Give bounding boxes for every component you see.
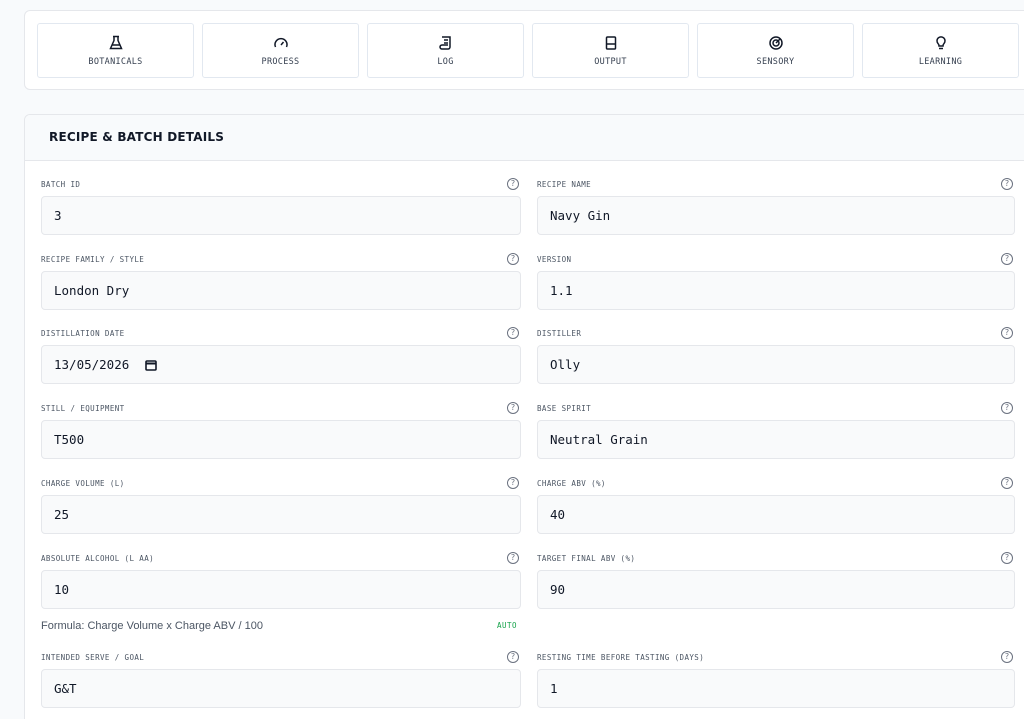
tab-log[interactable]: LOG <box>367 23 524 78</box>
base-spirit-input[interactable]: Neutral Grain <box>537 420 1015 459</box>
section-header: RECIPE & BATCH DETAILS <box>25 115 1024 161</box>
recipe-batch-form: RECIPE & BATCH DETAILS BATCH ID ? 3 RECI… <box>24 114 1024 719</box>
base-spirit-label: BASE SPIRIT <box>537 404 592 413</box>
auto-badge: AUTO <box>497 621 518 630</box>
container-icon <box>605 35 616 50</box>
recipe-family-label: RECIPE FAMILY / STYLE <box>41 255 145 264</box>
charge-volume-label: CHARGE VOLUME (L) <box>41 479 125 488</box>
help-icon[interactable]: ? <box>507 327 519 339</box>
absolute-alcohol-input[interactable]: 10 <box>41 570 521 609</box>
tab-botanicals[interactable]: BOTANICALS <box>37 23 194 78</box>
tab-label: OUTPUT <box>594 56 627 67</box>
distillation-date-input[interactable]: 13/05/2026 <box>41 345 521 384</box>
tab-label: BOTANICALS <box>88 56 143 67</box>
help-icon[interactable]: ? <box>507 651 519 663</box>
target-final-abv-label: TARGET FINAL ABV (%) <box>537 554 636 563</box>
help-icon[interactable]: ? <box>1001 253 1013 265</box>
distillation-date-label: DISTILLATION DATE <box>41 329 125 338</box>
recipe-name-label: RECIPE NAME <box>537 180 592 189</box>
help-icon[interactable]: ? <box>507 552 519 564</box>
help-icon[interactable]: ? <box>1001 402 1013 414</box>
intended-serve-label: INTENDED SERVE / GOAL <box>41 653 145 662</box>
resting-time-label: RESTING TIME BEFORE TASTING (DAYS) <box>537 653 705 662</box>
still-label: STILL / EQUIPMENT <box>41 404 125 413</box>
tab-output[interactable]: OUTPUT <box>532 23 689 78</box>
tab-learning[interactable]: LEARNING <box>862 23 1019 78</box>
calendar-icon[interactable] <box>145 359 158 371</box>
help-icon[interactable]: ? <box>507 253 519 265</box>
tab-sensory[interactable]: SENSORY <box>697 23 854 78</box>
charge-abv-label: CHARGE ABV (%) <box>537 479 606 488</box>
version-input[interactable]: 1.1 <box>537 271 1015 310</box>
help-icon[interactable]: ? <box>1001 552 1013 564</box>
batch-id-label: BATCH ID <box>41 180 81 189</box>
help-icon[interactable]: ? <box>507 477 519 489</box>
help-icon[interactable]: ? <box>1001 651 1013 663</box>
tab-label: SENSORY <box>756 56 795 67</box>
lightbulb-icon <box>935 35 946 49</box>
date-value: 13/05/2026 <box>54 357 130 372</box>
target-final-abv-input[interactable]: 90 <box>537 570 1015 609</box>
tab-label: LOG <box>437 56 454 67</box>
recipe-family-input[interactable]: London Dry <box>41 271 521 310</box>
charge-volume-input[interactable]: 25 <box>41 495 521 534</box>
help-icon[interactable]: ? <box>1001 477 1013 489</box>
help-icon[interactable]: ? <box>1001 178 1013 190</box>
distiller-input[interactable]: Olly <box>537 345 1015 384</box>
scroll-icon <box>438 35 451 50</box>
still-input[interactable]: T500 <box>41 420 521 459</box>
absolute-alcohol-label: ABSOLUTE ALCOHOL (L AA) <box>41 554 155 563</box>
batch-id-input[interactable]: 3 <box>41 196 521 235</box>
version-label: VERSION <box>537 255 572 264</box>
flask-icon <box>108 35 123 49</box>
help-icon[interactable]: ? <box>507 402 519 414</box>
recipe-name-input[interactable]: Navy Gin <box>537 196 1015 235</box>
help-icon[interactable]: ? <box>507 178 519 190</box>
intended-serve-input[interactable]: G&T <box>41 669 521 708</box>
tab-label: PROCESS <box>261 56 300 67</box>
tab-bar: BOTANICALS PROCESS LOG OUTPUT SENSORY LE… <box>24 10 1024 90</box>
gauge-icon <box>273 37 288 47</box>
resting-time-input[interactable]: 1 <box>537 669 1015 708</box>
radar-icon <box>768 35 783 50</box>
help-icon[interactable]: ? <box>1001 327 1013 339</box>
tab-process[interactable]: PROCESS <box>202 23 359 78</box>
formula-note: Formula: Charge Volume x Charge ABV / 10… <box>41 620 263 632</box>
tab-label: LEARNING <box>918 56 963 67</box>
distiller-label: DISTILLER <box>537 329 582 338</box>
charge-abv-input[interactable]: 40 <box>537 495 1015 534</box>
section-title: RECIPE & BATCH DETAILS <box>49 130 225 144</box>
